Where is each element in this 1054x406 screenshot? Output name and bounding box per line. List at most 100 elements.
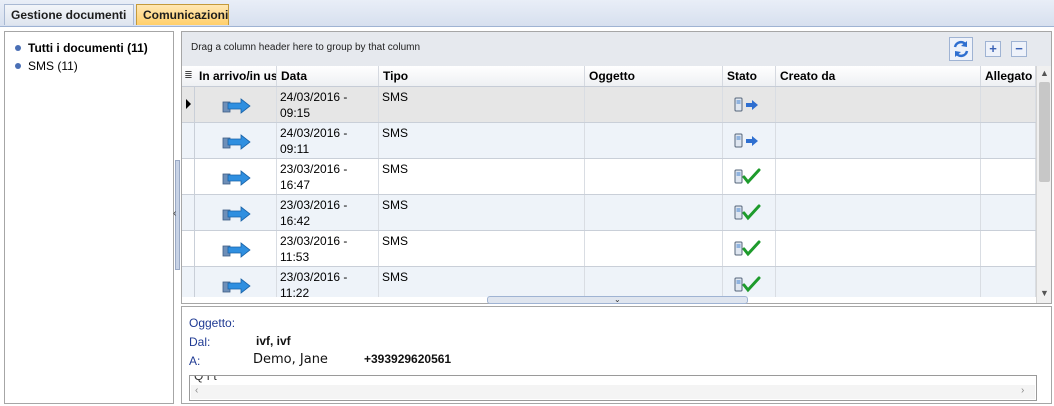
col-header-type[interactable]: Tipo xyxy=(379,66,585,86)
cell-direction[interactable] xyxy=(195,195,277,230)
table-row[interactable]: 23/03/2016 - 11:53 SMS xyxy=(182,231,1036,267)
scroll-up-icon[interactable]: ▲ xyxy=(1040,68,1049,78)
scrollbar-thumb[interactable] xyxy=(1039,82,1050,182)
cell-date[interactable]: 24/03/2016 - 09:15 xyxy=(277,87,379,122)
expand-all-button[interactable]: + xyxy=(985,41,1001,57)
row-indicator[interactable] xyxy=(182,87,195,122)
cell-status[interactable] xyxy=(723,87,776,122)
scroll-left-icon[interactable]: ‹ xyxy=(195,385,198,396)
col-header-status[interactable]: Stato xyxy=(723,66,776,86)
col-header-date[interactable]: Data xyxy=(277,66,379,86)
cell-attachment[interactable] xyxy=(981,267,1036,297)
cell-direction[interactable] xyxy=(195,267,277,297)
cell-attachment[interactable] xyxy=(981,159,1036,194)
cell-subject[interactable] xyxy=(585,159,723,194)
cell-direction[interactable] xyxy=(195,231,277,266)
outgoing-arrow-icon xyxy=(222,134,251,150)
cell-type[interactable]: SMS xyxy=(379,87,585,122)
tree-item-sms[interactable]: SMS (11) xyxy=(15,58,78,74)
cell-subject[interactable] xyxy=(585,267,723,297)
cell-direction[interactable] xyxy=(195,159,277,194)
cell-status[interactable] xyxy=(723,123,776,158)
outgoing-arrow-icon xyxy=(222,242,251,258)
col-header-subject[interactable]: Oggetto xyxy=(585,66,723,86)
sms-sending-icon xyxy=(734,97,758,112)
col-header-created-by[interactable]: Creato da xyxy=(776,66,981,86)
row-indicator[interactable] xyxy=(182,267,195,297)
to-label: A: xyxy=(189,354,201,368)
cell-type[interactable]: SMS xyxy=(379,159,585,194)
cell-attachment[interactable] xyxy=(981,195,1036,230)
collapse-all-button[interactable]: − xyxy=(1011,41,1027,57)
cell-subject[interactable] xyxy=(585,195,723,230)
time-text: 16:47 xyxy=(280,178,311,192)
message-body-box[interactable]: Q f t ‹ › xyxy=(189,375,1037,401)
cell-date[interactable]: 23/03/2016 - 11:22 xyxy=(277,267,379,297)
cell-created-by[interactable] xyxy=(776,123,981,158)
cell-subject[interactable] xyxy=(585,231,723,266)
cell-type[interactable]: SMS xyxy=(379,195,585,230)
tab-comunicazioni[interactable]: Comunicazioni xyxy=(136,4,229,25)
vertical-scrollbar[interactable]: ▲ ▼ xyxy=(1036,66,1051,303)
message-detail-panel: Oggetto: Dal: ivf, ivf A: Demo, Jane +39… xyxy=(181,306,1052,404)
table-row[interactable]: 23/03/2016 - 16:47 SMS xyxy=(182,159,1036,195)
refresh-button[interactable] xyxy=(949,37,973,61)
table-row[interactable]: 24/03/2016 - 09:15 SMS xyxy=(182,87,1036,123)
cell-status[interactable] xyxy=(723,267,776,297)
sms-delivered-icon xyxy=(734,168,761,185)
scroll-down-icon[interactable]: ▼ xyxy=(1040,288,1049,298)
cell-created-by[interactable] xyxy=(776,195,981,230)
cell-attachment[interactable] xyxy=(981,123,1036,158)
table-row[interactable]: 24/03/2016 - 09:11 SMS xyxy=(182,123,1036,159)
type-text: SMS xyxy=(382,162,409,176)
cell-date[interactable]: 23/03/2016 - 16:42 xyxy=(277,195,379,230)
horizontal-scrollbar[interactable]: ‹ › xyxy=(191,385,1035,399)
cell-created-by[interactable] xyxy=(776,87,981,122)
cell-date[interactable]: 23/03/2016 - 16:47 xyxy=(277,159,379,194)
date-text: 23/03/2016 - xyxy=(280,234,348,248)
cell-subject[interactable] xyxy=(585,87,723,122)
row-indicator[interactable] xyxy=(182,231,195,266)
col-header-attachment[interactable]: Allegato xyxy=(981,66,1036,86)
column-chooser-icon[interactable]: ≣ xyxy=(182,66,195,86)
cell-attachment[interactable] xyxy=(981,87,1036,122)
cell-direction[interactable] xyxy=(195,123,277,158)
sms-delivered-icon xyxy=(734,240,761,257)
chevron-left-icon[interactable]: ‹ xyxy=(173,208,176,219)
tree-item-all-documents[interactable]: Tutti i documenti (11) xyxy=(15,40,148,56)
row-indicator[interactable] xyxy=(182,123,195,158)
cell-status[interactable] xyxy=(723,159,776,194)
tab-gestione-documenti[interactable]: Gestione documenti xyxy=(4,4,134,25)
cell-status[interactable] xyxy=(723,231,776,266)
row-indicator[interactable] xyxy=(182,159,195,194)
cell-created-by[interactable] xyxy=(776,231,981,266)
from-label: Dal: xyxy=(189,335,211,349)
cell-direction[interactable] xyxy=(195,87,277,122)
cell-type[interactable]: SMS xyxy=(379,231,585,266)
cell-type[interactable]: SMS xyxy=(379,123,585,158)
current-row-icon xyxy=(186,99,191,109)
type-text: SMS xyxy=(382,198,409,212)
cell-created-by[interactable] xyxy=(776,159,981,194)
cell-date[interactable]: 24/03/2016 - 09:11 xyxy=(277,123,379,158)
type-text: SMS xyxy=(382,126,409,140)
cell-status[interactable] xyxy=(723,195,776,230)
chevron-down-icon[interactable]: ⌄ xyxy=(614,296,621,304)
col-header-direction[interactable]: In arrivo/in us xyxy=(195,66,277,86)
table-row[interactable]: 23/03/2016 - 11:22 SMS xyxy=(182,267,1036,297)
cell-attachment[interactable] xyxy=(981,231,1036,266)
scroll-right-icon[interactable]: › xyxy=(1021,385,1024,396)
minus-icon: − xyxy=(1015,41,1023,56)
cell-type[interactable]: SMS xyxy=(379,267,585,297)
outgoing-arrow-icon xyxy=(222,206,251,222)
cell-date[interactable]: 23/03/2016 - 11:53 xyxy=(277,231,379,266)
row-indicator[interactable] xyxy=(182,195,195,230)
group-by-panel[interactable]: Drag a column header here to group by th… xyxy=(182,32,1051,67)
cell-subject[interactable] xyxy=(585,123,723,158)
table-row[interactable]: 23/03/2016 - 16:42 SMS xyxy=(182,195,1036,231)
outgoing-arrow-icon xyxy=(222,98,251,114)
plus-icon: + xyxy=(989,41,997,56)
cell-created-by[interactable] xyxy=(776,267,981,297)
refresh-icon xyxy=(953,40,969,58)
recipient-number: +393929620561 xyxy=(364,352,452,366)
